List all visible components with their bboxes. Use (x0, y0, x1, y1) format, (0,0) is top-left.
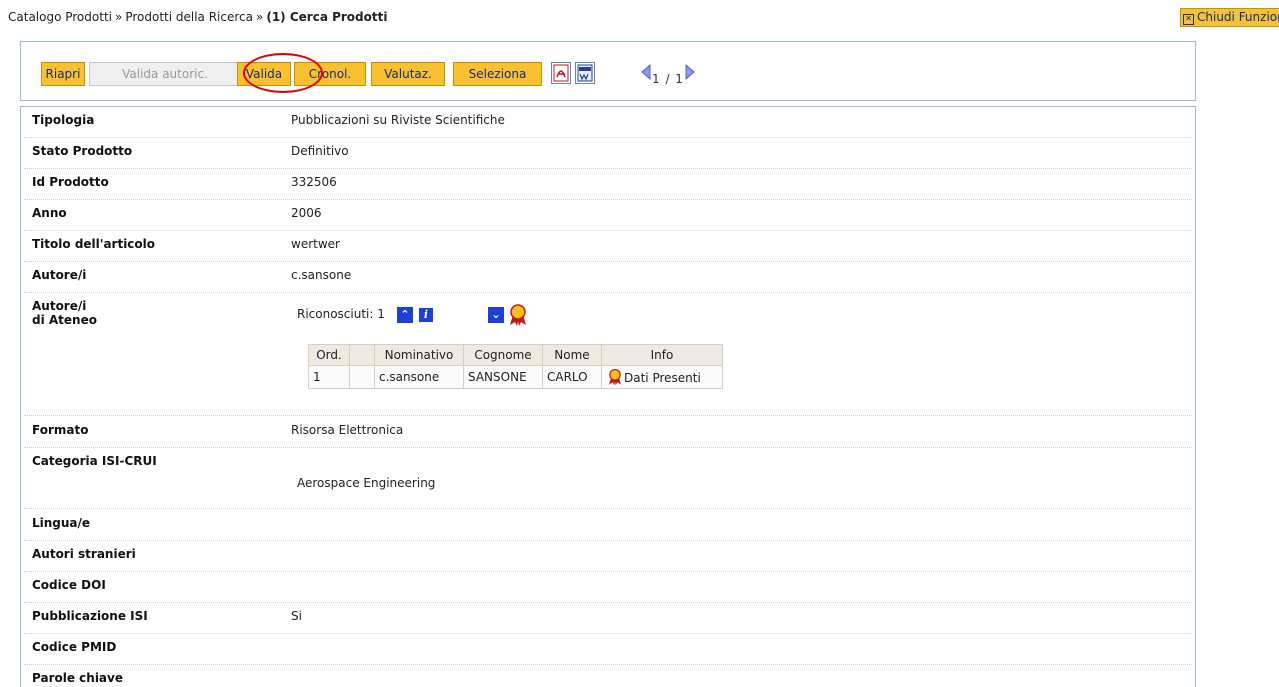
pdf-icon[interactable] (551, 62, 571, 84)
breadcrumb-separator: » (256, 10, 264, 24)
toolbar: Riapri Valida autoric. Valida Cronol. Va… (20, 41, 1196, 101)
breadcrumb-item-prodotti[interactable]: Prodotti della Ricerca (125, 10, 253, 24)
field-label: Lingua/e (32, 516, 91, 530)
column-header-nominativo: Nominativo (374, 344, 464, 366)
field-value: c.sansone (291, 268, 352, 282)
product-details: Tipologia Pubblicazioni su Riviste Scien… (20, 106, 1196, 687)
field-value: Pubblicazioni su Riviste Scientifiche (291, 113, 505, 127)
field-value: 332506 (291, 175, 337, 189)
field-value: Definitivo (291, 144, 349, 158)
field-codice-pmid: Codice PMID (24, 636, 1192, 665)
column-header-cognome: Cognome (463, 344, 543, 366)
table-header: Ord. Nominativo Cognome Nome Info (308, 344, 723, 366)
info-icon[interactable]: i (419, 308, 433, 322)
field-lingua: Lingua/e (24, 512, 1192, 541)
field-label: Formato (32, 423, 89, 437)
field-label: Codice PMID (32, 640, 117, 654)
award-ribbon-icon (609, 368, 621, 386)
field-label: Stato Prodotto (32, 144, 133, 158)
cell-blank (349, 365, 375, 389)
cell-ord: 1 (308, 365, 350, 389)
breadcrumb-item-catalogo[interactable]: Catalogo Prodotti (8, 10, 112, 24)
breadcrumb-separator: » (114, 10, 123, 24)
riconosciuti-label: Riconosciuti: 1 (297, 307, 385, 321)
column-header-nome: Nome (542, 344, 602, 366)
field-label: Autore/i di Ateneo (32, 299, 97, 327)
valida-button[interactable]: Valida (237, 62, 291, 86)
table-row: 1 c.sansone SANSONE CARLO Dati Presenti (308, 365, 723, 389)
seleziona-button[interactable]: Seleziona (453, 62, 542, 86)
field-label: Titolo dell'articolo (32, 237, 156, 251)
word-icon[interactable] (575, 62, 595, 84)
field-label: Autore/i (32, 268, 87, 282)
field-categoria-isi-crui: Categoria ISI-CRUI Aerospace Engineering (24, 450, 1192, 509)
field-value: 2006 (291, 206, 322, 220)
field-tipologia: Tipologia Pubblicazioni su Riviste Scien… (24, 109, 1192, 138)
field-label: Pubblicazione ISI (32, 609, 148, 623)
cell-nome: CARLO (542, 365, 602, 389)
next-icon[interactable] (685, 63, 695, 83)
field-label: Anno (32, 206, 67, 220)
column-header-blank (349, 344, 375, 366)
field-value: wertwer (291, 237, 340, 251)
cell-cognome: SANSONE (463, 365, 543, 389)
cronol-button[interactable]: Cronol. (294, 62, 366, 86)
field-label: Tipologia (32, 113, 95, 127)
riapri-button[interactable]: Riapri (41, 62, 85, 86)
field-pubblicazione-isi: Pubblicazione ISI Si (24, 605, 1192, 634)
breadcrumb-current: (1) Cerca Prodotti (266, 10, 388, 24)
field-value: Risorsa Elettronica (291, 423, 404, 437)
previous-icon[interactable] (641, 63, 651, 83)
field-value: Aerospace Engineering (297, 476, 436, 490)
field-label: Autori stranieri (32, 547, 136, 561)
column-header-info: Info (601, 344, 723, 366)
field-autori-stranieri: Autori stranieri (24, 543, 1192, 572)
field-stato-prodotto: Stato Prodotto Definitivo (24, 140, 1192, 169)
info-text: Dati Presenti (624, 371, 701, 385)
field-parole-chiave: Parole chiave (24, 667, 1192, 687)
valida-autoric-button: Valida autoric. (89, 62, 241, 86)
field-codice-doi: Codice DOI (24, 574, 1192, 603)
field-label: Categoria ISI-CRUI (32, 454, 157, 468)
close-function-button[interactable]: ✕Chiudi Funzione (1180, 8, 1279, 27)
authors-table: Ord. Nominativo Cognome Nome Info 1 c.sa… (308, 344, 723, 389)
pager: 1 / 1 (641, 63, 695, 86)
field-titolo: Titolo dell'articolo wertwer (24, 233, 1192, 262)
field-anno: Anno 2006 (24, 202, 1192, 231)
expand-up-icon[interactable]: ⌃ (397, 307, 413, 323)
column-header-ord: Ord. (308, 344, 350, 366)
field-label: Id Prodotto (32, 175, 109, 189)
close-box-icon: ✕ (1183, 14, 1194, 25)
field-value: Si (291, 609, 302, 623)
cell-nominativo: c.sansone (374, 365, 464, 389)
field-formato: Formato Risorsa Elettronica (24, 419, 1192, 448)
field-label: Codice DOI (32, 578, 106, 592)
valutaz-button[interactable]: Valutaz. (371, 62, 445, 86)
page-indicator: 1 / 1 (652, 72, 684, 86)
close-function-label: Chiudi Funzione (1197, 10, 1279, 24)
field-autori: Autore/i c.sansone (24, 264, 1192, 293)
field-label: Parole chiave (32, 671, 123, 685)
breadcrumb: Catalogo Prodotti» Prodotti della Ricerca… (8, 10, 387, 24)
cell-info: Dati Presenti (601, 365, 723, 389)
field-id-prodotto: Id Prodotto 332506 (24, 171, 1192, 200)
award-ribbon-icon[interactable] (507, 303, 529, 330)
expand-down-icon[interactable]: ⌄ (488, 307, 504, 323)
